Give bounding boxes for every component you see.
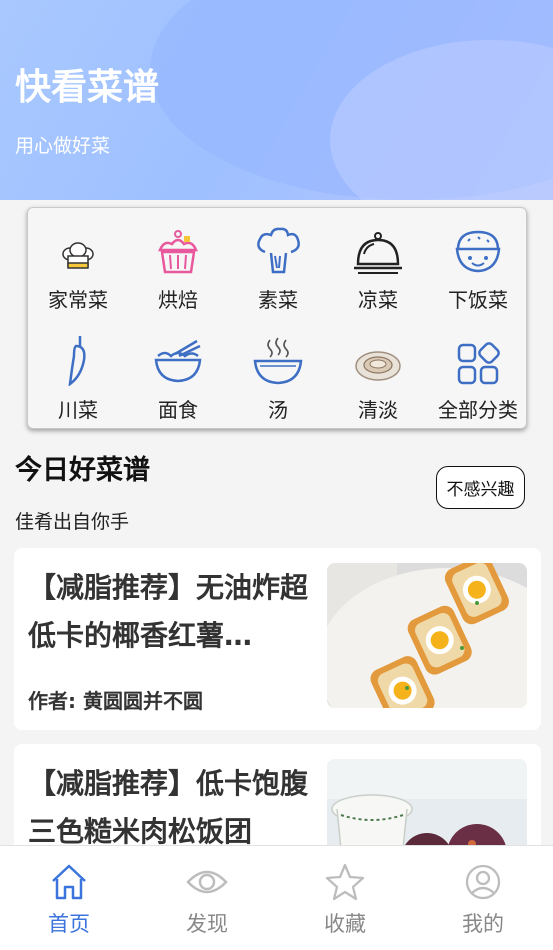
tab-label: 我的: [462, 912, 504, 936]
category-label: 清淡: [358, 398, 398, 422]
chef-hat-icon: [28, 220, 128, 276]
category-item-mianshi[interactable]: 面食: [128, 330, 228, 430]
category-label: 凉菜: [358, 288, 398, 312]
grid-icon: [428, 330, 528, 386]
category-item-tang[interactable]: 汤: [228, 330, 328, 430]
category-label: 家常菜: [48, 288, 108, 312]
recipe-title: 【减脂推荐】低卡饱腹三色糙米肉松饭团: [28, 767, 308, 848]
category-label: 面食: [158, 398, 198, 422]
category-label: 川菜: [58, 398, 98, 422]
soup-bowl-icon: [228, 330, 328, 386]
tab-favorites[interactable]: 收藏: [295, 860, 395, 938]
category-item-all[interactable]: 全部分类: [428, 330, 528, 430]
plate-icon: [328, 330, 428, 386]
not-interested-button[interactable]: 不感兴趣: [436, 466, 525, 509]
recipe-card[interactable]: 【减脂推荐】无油炸超低卡的椰香红薯… 作者: 黄圆圆并不圆: [14, 548, 541, 730]
category-item-liangcai[interactable]: 凉菜: [328, 220, 428, 320]
section-title: 今日好菜谱: [15, 455, 150, 486]
recipe-title: 【减脂推荐】无油炸超低卡的椰香红薯…: [28, 571, 308, 652]
section-subtitle: 佳肴出自你手: [15, 511, 130, 533]
category-item-qingdan[interactable]: 清淡: [328, 330, 428, 430]
cloche-icon: [328, 220, 428, 276]
home-icon: [19, 860, 119, 904]
header-banner: 快看菜谱 用心做好菜: [0, 0, 553, 200]
category-item-chuancai[interactable]: 川菜: [28, 330, 128, 430]
category-item-xiafancai[interactable]: 下饭菜: [428, 220, 528, 320]
category-item-sucai[interactable]: 素菜: [228, 220, 328, 320]
category-grid: 家常菜 烘焙 素菜 凉菜 下饭菜 川菜 面食 汤 清淡 全部分类: [27, 207, 527, 429]
user-icon: [433, 860, 533, 904]
category-label: 素菜: [258, 288, 298, 312]
tab-home[interactable]: 首页: [19, 860, 119, 938]
bottom-tab-bar: 首页 发现 收藏 我的: [0, 845, 553, 950]
app-title: 快看菜谱: [15, 67, 160, 108]
tab-label: 首页: [48, 912, 90, 936]
category-item-hongbei[interactable]: 烘焙: [128, 220, 228, 320]
broccoli-icon: [228, 220, 328, 276]
category-label: 烘焙: [158, 288, 198, 312]
eye-icon: [157, 860, 257, 904]
cake-icon: [128, 220, 228, 276]
recipe-author: 作者: 黄圆圆并不圆: [28, 689, 203, 713]
recipe-image: [327, 563, 527, 708]
category-label: 汤: [268, 398, 288, 422]
tab-discover[interactable]: 发现: [157, 860, 257, 938]
noodle-bowl-icon: [128, 330, 228, 386]
tab-label: 发现: [186, 912, 228, 936]
chili-icon: [28, 330, 128, 386]
app-subtitle: 用心做好菜: [15, 135, 111, 157]
tab-label: 收藏: [324, 912, 366, 936]
tab-profile[interactable]: 我的: [433, 860, 533, 938]
rice-bowl-icon: [428, 220, 528, 276]
star-icon: [295, 860, 395, 904]
category-label: 下饭菜: [448, 288, 508, 312]
category-item-jiachangcai[interactable]: 家常菜: [28, 220, 128, 320]
category-label: 全部分类: [438, 398, 518, 422]
